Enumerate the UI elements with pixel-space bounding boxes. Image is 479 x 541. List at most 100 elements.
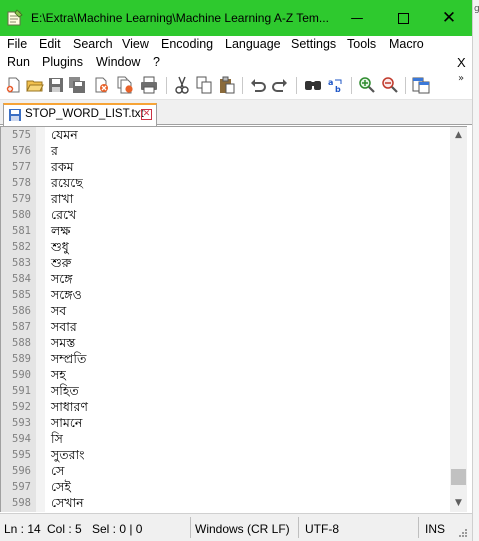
svg-text:b: b (335, 85, 341, 94)
menu-item-language[interactable]: Language (225, 37, 281, 51)
scroll-down-button[interactable]: ▼ (450, 495, 467, 512)
line-number: 588 (12, 337, 31, 349)
menu-item-edit[interactable]: Edit (39, 37, 61, 51)
line-number: 593 (12, 417, 31, 429)
new-file-icon[interactable] (5, 76, 23, 94)
editor-line[interactable]: 586 সব (1, 303, 451, 319)
menu-item-encoding[interactable]: Encoding (161, 37, 213, 51)
line-number: 589 (12, 353, 31, 365)
line-number: 584 (12, 273, 31, 285)
editor-line[interactable]: 592 সাধারণ (1, 399, 451, 415)
scrollbar-thumb[interactable] (451, 468, 466, 485)
line-text[interactable]: সেখান (51, 495, 84, 512)
line-number: 585 (12, 289, 31, 301)
toolbar-overflow-button[interactable]: » (458, 73, 464, 84)
editor-line[interactable]: 578 রয়েছে (1, 175, 451, 191)
editor-line[interactable]: 582 শুধু (1, 239, 451, 255)
notepad-app-icon (7, 9, 23, 26)
editor-line[interactable]: 591 সহিত (1, 383, 451, 399)
replace-icon[interactable]: ab (327, 76, 345, 94)
menu-item-run[interactable]: Run (7, 55, 30, 69)
editor-line[interactable]: 581 লক্ষ (1, 223, 451, 239)
tab-label: STOP_WORD_LIST.txt (25, 108, 144, 120)
editor-line[interactable]: 598 সেখান (1, 495, 451, 511)
editor-line[interactable]: 577 রকম (1, 159, 451, 175)
maximize-icon (397, 12, 409, 24)
menu-item-plugins[interactable]: Plugins (42, 55, 83, 69)
line-number: 598 (12, 497, 31, 509)
redo-icon[interactable] (271, 76, 289, 94)
zoom-out-icon[interactable] (381, 76, 399, 94)
line-number: 575 (12, 129, 31, 141)
menu-item-settings[interactable]: Settings (291, 37, 336, 51)
menu-item-tools[interactable]: Tools (347, 37, 376, 51)
paste-icon[interactable] (218, 76, 236, 94)
zoom-in-icon[interactable] (358, 76, 376, 94)
editor-line[interactable]: 593 সামনে (1, 415, 451, 431)
line-number: 576 (12, 145, 31, 157)
line-number: 591 (12, 385, 31, 397)
status-separator (190, 517, 191, 538)
editor-line[interactable]: 579 রাখা (1, 191, 451, 207)
line-number: 590 (12, 369, 31, 381)
open-file-icon[interactable] (26, 76, 44, 94)
line-number: 580 (12, 209, 31, 221)
cut-icon[interactable] (173, 76, 191, 94)
status-separator (298, 517, 299, 538)
find-icon[interactable] (304, 76, 322, 94)
editor-line[interactable]: 589 সম্প্রতি (1, 351, 451, 367)
line-number: 587 (12, 321, 31, 333)
line-number: 578 (12, 177, 31, 189)
line-number: 583 (12, 257, 31, 269)
toolbar-separator (242, 77, 243, 94)
menu-item-macro[interactable]: Macro (389, 37, 424, 51)
toolbar-separator (166, 77, 167, 94)
undo-icon[interactable] (249, 76, 267, 94)
editor-line[interactable]: 588 সমস্ত (1, 335, 451, 351)
editor-line[interactable]: 584 সঙ্গে (1, 271, 451, 287)
editor-line[interactable]: 580 রেখে (1, 207, 451, 223)
save-all-icon[interactable] (68, 76, 86, 94)
menu-item-view[interactable]: View (122, 37, 149, 51)
copy-icon[interactable] (195, 76, 213, 94)
editor-line[interactable]: 583 শুরু (1, 255, 451, 271)
tab-stop-word-list[interactable]: STOP_WORD_LIST.txt ✕ (3, 103, 157, 126)
background-window-glyph: g (474, 4, 479, 14)
svg-text:a: a (328, 78, 333, 87)
menu-item-help[interactable]: ? (153, 55, 160, 69)
save-icon[interactable] (47, 76, 65, 94)
toolbar-separator (351, 77, 352, 94)
editor-line[interactable]: 587 সবার (1, 319, 451, 335)
editor-line[interactable]: 575 যেমন (1, 127, 451, 143)
toolbar-separator (405, 77, 406, 94)
menu-item-file[interactable]: File (7, 37, 27, 51)
editor-line[interactable]: 596 সে (1, 463, 451, 479)
editor-line[interactable]: 585 সঙ্গেও (1, 287, 451, 303)
sync-scroll-icon[interactable] (412, 76, 430, 94)
close-all-icon[interactable] (116, 76, 134, 94)
close-window-button[interactable]: ✕ (426, 0, 472, 36)
close-icon[interactable] (92, 76, 110, 94)
maximize-button[interactable] (380, 0, 426, 36)
print-icon[interactable] (140, 76, 158, 94)
menu-item-search[interactable]: Search (73, 37, 113, 51)
scroll-up-button[interactable]: ▲ (450, 127, 467, 144)
status-selection: Sel : 0 | 0 (92, 522, 143, 536)
menu-item-window[interactable]: Window (96, 55, 140, 69)
editor-line[interactable]: 590 সহ (1, 367, 451, 383)
editor-line[interactable]: 594 সি (1, 431, 451, 447)
line-number: 582 (12, 241, 31, 253)
close-document-button[interactable]: X (457, 55, 466, 70)
line-number: 579 (12, 193, 31, 205)
resize-grip-icon[interactable] (458, 528, 468, 538)
editor-line[interactable]: 576 র (1, 143, 451, 159)
editor-line[interactable]: 595 সুতরাং (1, 447, 451, 463)
status-separator (418, 517, 419, 538)
text-editor[interactable]: 575 যেমন 576 র 577 রকম 578 রয়েছে 579 রাখা 580 রেখে… (0, 126, 467, 512)
editor-line[interactable]: 597 সেই (1, 479, 451, 495)
vertical-scrollbar[interactable]: ▲ ▼ (450, 127, 467, 512)
line-number: 594 (12, 433, 31, 445)
line-number: 595 (12, 449, 31, 461)
tab-close-button[interactable]: ✕ (141, 109, 152, 120)
minimize-button[interactable]: — (334, 0, 380, 36)
